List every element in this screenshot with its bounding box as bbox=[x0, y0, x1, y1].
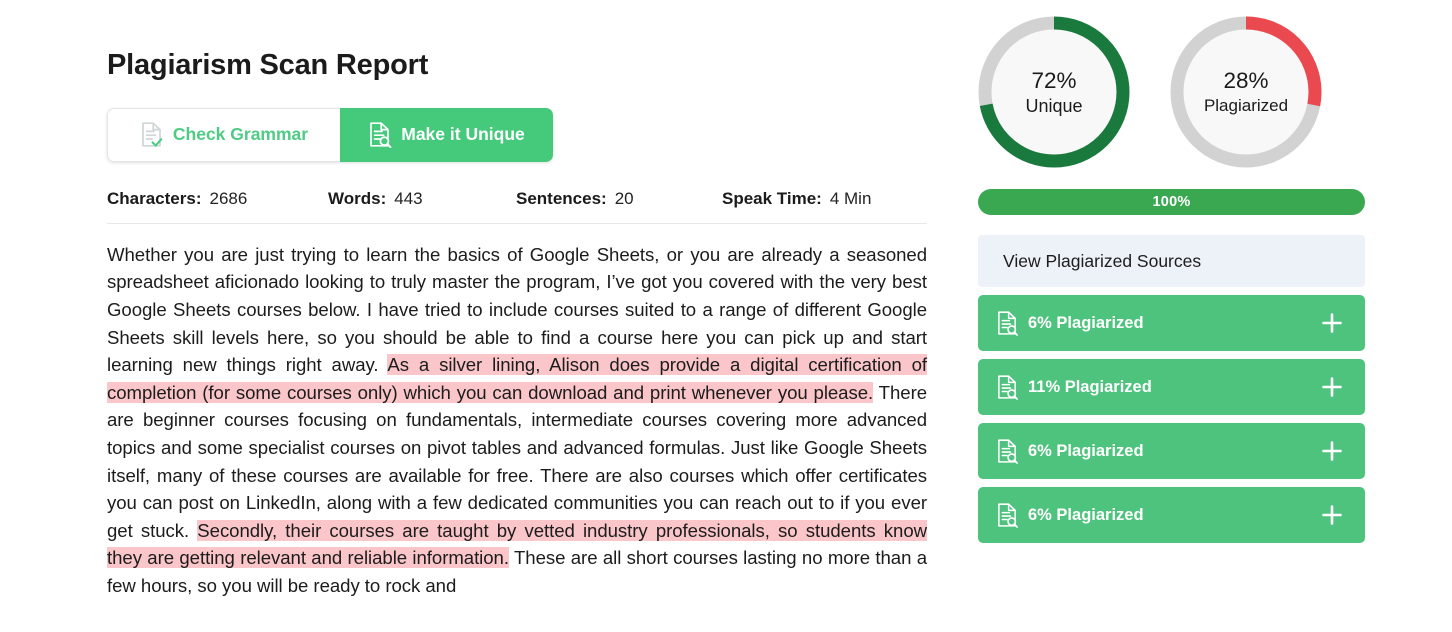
report-main-panel: Plagiarism Scan Report Check Grammar Mak… bbox=[107, 0, 927, 632]
document-search-icon bbox=[996, 374, 1019, 400]
make-it-unique-button[interactable]: Make it Unique bbox=[340, 107, 553, 162]
plagiarized-source-row[interactable]: 6% Plagiarized bbox=[978, 487, 1365, 543]
stat-characters-value: 2686 bbox=[209, 188, 248, 208]
document-check-icon bbox=[140, 121, 164, 148]
stat-sentences-value: 20 bbox=[614, 188, 634, 208]
view-plagiarized-sources-label: View Plagiarized Sources bbox=[1003, 250, 1202, 271]
plus-icon[interactable] bbox=[1319, 374, 1345, 400]
scanned-text-paragraph: Whether you are just trying to learn the… bbox=[107, 241, 927, 600]
report-sidebar: 72% Unique 28% Plagiarized 100% View Pla… bbox=[978, 0, 1365, 632]
stat-words-label: Words: bbox=[328, 188, 387, 208]
check-grammar-button[interactable]: Check Grammar bbox=[107, 107, 340, 162]
stat-characters-label: Characters: bbox=[107, 188, 202, 208]
plagiarized-donut-chart: 28% Plagiarized bbox=[1170, 16, 1322, 168]
document-search-icon bbox=[368, 121, 392, 149]
stat-words-value: 443 bbox=[394, 188, 423, 208]
scanned-text-body: Whether you are just trying to learn the… bbox=[107, 241, 927, 600]
plus-icon[interactable] bbox=[1319, 438, 1345, 464]
plagiarized-source-label: 6% Plagiarized bbox=[1028, 313, 1144, 332]
check-grammar-label: Check Grammar bbox=[172, 124, 309, 145]
make-it-unique-label: Make it Unique bbox=[401, 124, 525, 145]
stat-speak-time-label: Speak Time: bbox=[722, 188, 822, 208]
plus-icon[interactable] bbox=[1319, 310, 1345, 336]
document-stats: Characters: 2686 Words: 443 Sentences: 2… bbox=[107, 189, 927, 209]
plagiarized-source-row[interactable]: 11% Plagiarized bbox=[978, 359, 1365, 415]
score-donuts: 72% Unique 28% Plagiarized bbox=[978, 16, 1365, 168]
plagiarized-source-row[interactable]: 6% Plagiarized bbox=[978, 423, 1365, 479]
plagiarized-source-label: 6% Plagiarized bbox=[1028, 441, 1144, 460]
scan-progress-label: 100% bbox=[1152, 194, 1191, 210]
stat-characters: Characters: 2686 bbox=[107, 189, 328, 209]
document-search-icon bbox=[996, 310, 1019, 336]
plagiarized-source-label: 11% Plagiarized bbox=[1028, 377, 1152, 396]
page-title: Plagiarism Scan Report bbox=[107, 49, 429, 81]
document-search-icon bbox=[996, 438, 1019, 464]
action-button-group: Check Grammar Make it Unique bbox=[107, 107, 553, 162]
stat-sentences-label: Sentences: bbox=[516, 188, 607, 208]
plagiarized-source-row[interactable]: 6% Plagiarized bbox=[978, 295, 1365, 351]
document-search-icon bbox=[996, 502, 1019, 528]
stat-speak-time: Speak Time: 4 Min bbox=[722, 189, 871, 209]
text-segment: There are beginner courses focusing on f… bbox=[107, 381, 928, 541]
stat-speak-time-value: 4 Min bbox=[829, 188, 872, 208]
unique-donut-svg bbox=[978, 16, 1130, 168]
unique-donut-chart: 72% Unique bbox=[978, 16, 1130, 168]
plagiarized-donut-svg bbox=[1170, 16, 1322, 168]
plus-icon[interactable] bbox=[1319, 502, 1345, 528]
plagiarism-scan-report-page: Plagiarism Scan Report Check Grammar Mak… bbox=[0, 0, 1452, 632]
stats-divider bbox=[107, 222, 927, 224]
scan-progress-bar: 100% bbox=[978, 189, 1365, 215]
stat-words: Words: 443 bbox=[328, 189, 516, 209]
plagiarized-source-label: 6% Plagiarized bbox=[1028, 505, 1144, 524]
stat-sentences: Sentences: 20 bbox=[516, 189, 722, 209]
view-plagiarized-sources-header[interactable]: View Plagiarized Sources bbox=[978, 235, 1365, 287]
